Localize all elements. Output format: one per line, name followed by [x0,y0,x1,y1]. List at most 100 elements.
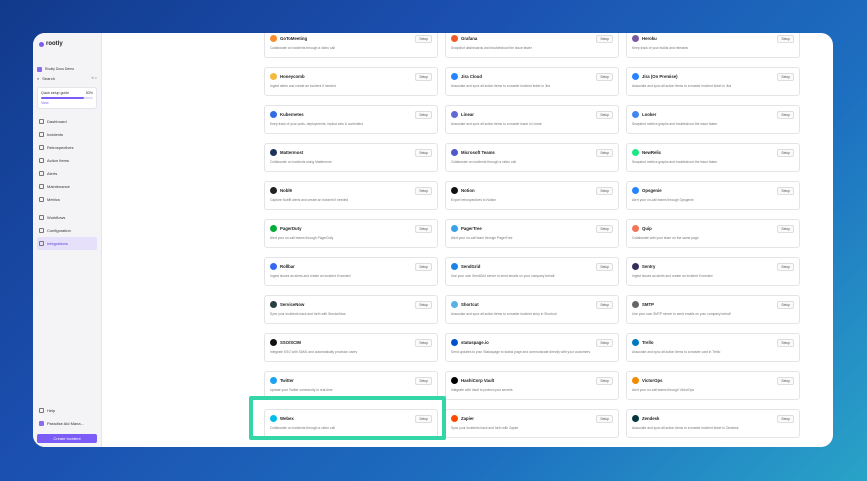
integration-card-sendgrid[interactable]: SendGrid Use your own SendGrid server to … [445,257,619,286]
setup-button[interactable]: Setup [777,415,794,423]
setup-button[interactable]: Setup [596,187,613,195]
sidebar-search[interactable]: ⌕ Search ⌘ K [37,73,97,83]
integration-card-smtp[interactable]: SMTP Use your own SMTP server to send ema… [626,295,800,324]
setup-button[interactable]: Setup [415,149,432,157]
setup-button[interactable]: Setup [415,263,432,271]
setup-button[interactable]: Setup [596,377,613,385]
integration-card-sentry[interactable]: Sentry Ingest issues as alerts and create… [626,257,800,286]
help-label: Help [47,408,56,413]
setup-button[interactable]: Setup [777,339,794,347]
setup-button[interactable]: Setup [596,263,613,271]
setup-button[interactable]: Setup [415,35,432,43]
integration-name: Honeycomb [280,73,305,79]
action-icon [39,158,44,163]
integration-card-pagerduty[interactable]: PagerDuty Alert your on-call teams throug… [264,219,438,248]
integration-card-nobl9[interactable]: Nobl9 Capture Nobl9 alerts and create an … [264,181,438,210]
integration-card-gotomeeting[interactable]: GoToMeeting Collaborate on incidents thro… [264,33,438,58]
integration-card-linear[interactable]: Linear Associate and sync all action item… [445,105,619,134]
integration-card-grafana[interactable]: Grafana Snapshot dashboards and troublesh… [445,33,619,58]
mattermost-logo-icon [270,148,277,156]
setup-button[interactable]: Setup [777,35,794,43]
setup-button[interactable]: Setup [777,225,794,233]
integration-card-webex[interactable]: Webex Collaborate on incidents through a … [264,409,438,438]
setup-button[interactable]: Setup [415,73,432,81]
help-item[interactable]: Help [37,404,97,417]
integration-card-trello[interactable]: Trello Associate and sync all action item… [626,333,800,362]
sidebar-item-incidents[interactable]: Incidents [37,128,97,141]
integration-card-notion[interactable]: Notion Export retrospectives to Notion Set… [445,181,619,210]
setup-button[interactable]: Setup [596,415,613,423]
integration-card-hashicorp-vault[interactable]: HashiCorp Vault Integrate with Vault to p… [445,371,619,400]
integration-card-kubernetes[interactable]: Kubernetes Keep track of your pods, deplo… [264,105,438,134]
integration-card-heroku[interactable]: Heroku Keep track of your builds and rele… [626,33,800,58]
integration-card-shortcut[interactable]: Shortcut Associate and sync all action it… [445,295,619,324]
integration-card-newrelic[interactable]: NewRelic Snapshot metrics graphs and trou… [626,143,800,172]
sidebar-item-label: Dashboard [47,119,67,124]
integration-card-opsgenie[interactable]: Opsgenie Alert your on-call teams through… [626,181,800,210]
integration-description: Associate and sync all action items to a… [632,350,721,354]
integration-card-quip[interactable]: Quip Collaborate with your team on the sa… [626,219,800,248]
setup-button[interactable]: Setup [415,301,432,309]
setup-button[interactable]: Setup [777,111,794,119]
integration-name: Nobl9 [280,187,292,193]
integration-card-honeycomb[interactable]: Honeycomb Ingest alerts and create an inc… [264,67,438,96]
integration-card-rollbar[interactable]: Rollbar Ingest issues as alerts and creat… [264,257,438,286]
setup-button[interactable]: Setup [596,301,613,309]
integration-card-sso-scim[interactable]: SSO/SCIM Integrate SSO with SAML and auto… [264,333,438,362]
sidebar-item-configuration[interactable]: Configuration [37,224,97,237]
sidebar-item-action-items[interactable]: Action Items [37,154,97,167]
sidebar-item-metrics[interactable]: Metrics [37,193,97,206]
org-switcher[interactable]: Rootly Docs Demo [37,65,97,73]
sidebar-item-integrations[interactable]: Integrations [37,237,97,250]
zendesk-logo-icon [632,414,639,422]
setup-button[interactable]: Setup [415,111,432,119]
integration-card-servicenow[interactable]: ServiceNow Sync your incidents back and f… [264,295,438,324]
integration-description: Alert your on-call teams through VictorO… [632,388,695,392]
quick-setup-guide[interactable]: Quick setup guide 83% View [37,87,97,109]
integration-name: PagerDuty [280,225,302,231]
setup-button[interactable]: Setup [415,377,432,385]
setup-button[interactable]: Setup [596,73,613,81]
setup-button[interactable]: Setup [777,301,794,309]
integration-card-jira-on-premise-[interactable]: Jira (On Premise) Associate and sync all … [626,67,800,96]
opsgenie-logo-icon [632,186,639,194]
app-logo[interactable]: rootly [37,37,97,51]
integration-card-microsoft-teams[interactable]: Microsoft Teams Collaborate on incidents … [445,143,619,172]
setup-button[interactable]: Setup [777,187,794,195]
setup-button[interactable]: Setup [596,35,613,43]
setup-button[interactable]: Setup [415,225,432,233]
setup-button[interactable]: Setup [777,263,794,271]
setup-button[interactable]: Setup [777,73,794,81]
setup-button[interactable]: Setup [596,339,613,347]
integration-card-jira-cloud[interactable]: Jira Cloud Associate and sync all action … [445,67,619,96]
create-incident-button[interactable]: Create Incident [37,434,97,443]
sidebar-item-maintenance[interactable]: Maintenance [37,180,97,193]
setup-button[interactable]: Setup [777,377,794,385]
sidebar-bottom: Help Paradise Aid Mana... Create Inciden… [37,404,97,443]
setup-button[interactable]: Setup [596,111,613,119]
setup-button[interactable]: Setup [415,339,432,347]
integration-card-zapier[interactable]: Zapier Sync your incidents back and forth… [445,409,619,438]
sidebar-item-dashboard[interactable]: Dashboard [37,115,97,128]
setup-button[interactable]: Setup [596,225,613,233]
sidebar-item-alerts[interactable]: Alerts [37,167,97,180]
integration-card-victorops[interactable]: VictorOps Alert your on-call teams throug… [626,371,800,400]
integration-card-zendesk[interactable]: Zendesk Associate and sync all action ite… [626,409,800,438]
setup-button[interactable]: Setup [596,149,613,157]
integration-card-statuspage-io[interactable]: statuspage.io Send updates to your Status… [445,333,619,362]
setup-button[interactable]: Setup [415,187,432,195]
integrations-icon [39,241,44,246]
setup-button[interactable]: Setup [415,415,432,423]
sidebar-item-workflows[interactable]: Workflows [37,211,97,224]
guide-view-link[interactable]: View [41,101,49,105]
setup-button[interactable]: Setup [777,149,794,157]
sidebar-item-retrospectives[interactable]: Retrospectives [37,141,97,154]
integration-card-pagertree[interactable]: PagerTree Alert your on-call team through… [445,219,619,248]
integration-name: SendGrid [461,263,481,269]
integration-card-mattermost[interactable]: Mattermost Collaborate on incidents using… [264,143,438,172]
user-menu[interactable]: Paradise Aid Mana... [37,417,97,430]
integration-card-looker[interactable]: Looker Snapshot metrics graphs and troubl… [626,105,800,134]
user-name: Paradise Aid Mana... [47,421,84,426]
integration-card-twitter[interactable]: Twitter Update your Twitter community in … [264,371,438,400]
integration-name: Jira Cloud [461,73,483,79]
